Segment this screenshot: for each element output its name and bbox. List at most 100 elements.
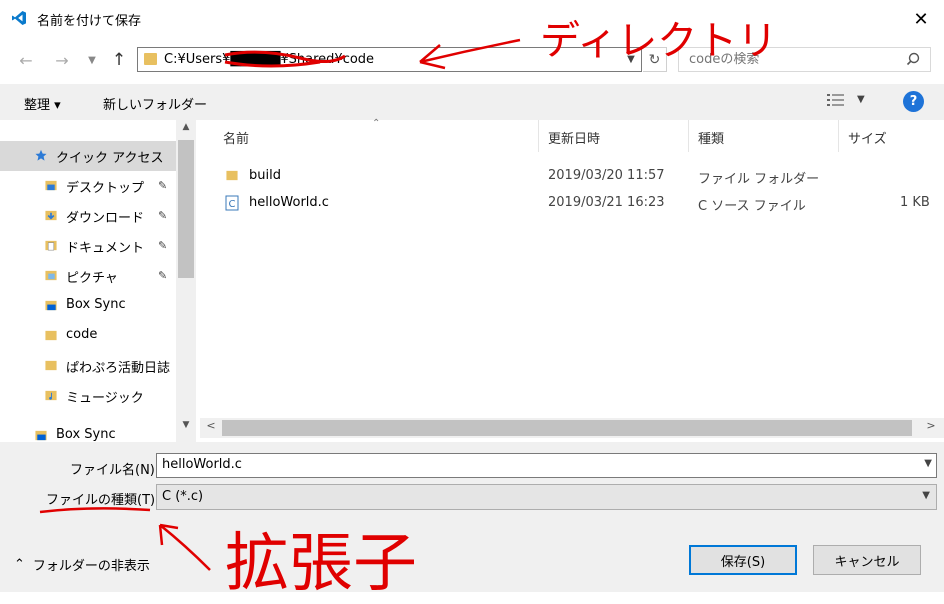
file-row-build[interactable]: build 2019/03/20 11:57 ファイル フォルダー — [216, 164, 936, 188]
search-icon — [906, 52, 920, 70]
pictures-folder-icon — [45, 270, 57, 281]
cancel-button[interactable]: キャンセル — [813, 545, 921, 575]
horizontal-scrollbar[interactable]: < > — [200, 418, 944, 438]
chevron-down-icon: ▼ — [88, 54, 96, 66]
sidebar-item-label: ぱわぷろ活動日誌 — [66, 361, 171, 376]
filename-combobox[interactable]: ▼ — [156, 453, 937, 478]
star-icon — [35, 149, 47, 161]
sidebar-item-pictures[interactable]: ピクチャ ✎ — [0, 261, 176, 291]
file-list: ⌃ 名前 更新日時 種類 サイズ build 2019/03/20 11:57 … — [196, 118, 944, 442]
scrollbar-thumb[interactable] — [178, 140, 194, 278]
column-header-name[interactable]: 名前 — [223, 128, 249, 147]
title-bar: 名前を付けて保存 ✕ — [0, 0, 944, 38]
sidebar-item-box-sync[interactable]: Box Sync — [0, 291, 176, 321]
sidebar-item-label: Box Sync — [56, 427, 116, 442]
window-title: 名前を付けて保存 — [37, 14, 142, 29]
scroll-left-icon[interactable]: < — [202, 419, 220, 437]
sidebar-item-pawapuro-diary[interactable]: ぱわぷろ活動日誌 — [0, 351, 176, 381]
chevron-down-icon[interactable]: ▼ — [924, 458, 932, 469]
sidebar-item-label: ピクチャ — [66, 271, 118, 286]
sort-ascending-icon: ⌃ — [372, 118, 381, 129]
details-view-icon — [827, 94, 844, 106]
desktop-folder-icon — [45, 180, 57, 191]
sidebar-item-label: クイック アクセス — [56, 151, 164, 166]
chevron-up-icon: ⌃ — [14, 557, 25, 572]
sidebar-item-music[interactable]: ミュージック — [0, 381, 176, 411]
filetype-label: ファイルの種類(T): — [46, 493, 160, 508]
toolbar: 整理 ▾ 新しいフォルダー ▼ ? — [0, 84, 944, 120]
annotation-extension: 拡張子 — [225, 527, 417, 601]
file-modified: 2019/03/21 16:23 — [548, 195, 665, 210]
forward-button[interactable]: → — [48, 48, 76, 72]
recent-locations-button[interactable]: ▼ — [82, 48, 102, 72]
documents-folder-icon — [45, 240, 57, 251]
column-header-modified[interactable]: 更新日時 — [548, 128, 600, 147]
chevron-down-icon[interactable]: ▼ — [922, 490, 930, 501]
organize-button[interactable]: 整理 ▾ — [24, 94, 61, 113]
column-header-size[interactable]: サイズ — [848, 128, 887, 147]
sidebar-item-label: code — [66, 327, 98, 342]
new-folder-button[interactable]: 新しいフォルダー — [103, 94, 207, 113]
sidebar-item-label: ミュージック — [66, 391, 144, 406]
file-size: 1 KB — [900, 195, 930, 210]
arrow-left-icon: ← — [19, 50, 33, 70]
back-button[interactable]: ← — [12, 48, 40, 72]
file-modified: 2019/03/20 11:57 — [548, 168, 665, 183]
file-row-helloworld[interactable]: C helloWorld.c 2019/03/21 16:23 C ソース ファ… — [216, 191, 936, 215]
column-divider[interactable] — [838, 120, 839, 152]
sidebar-item-quick-access[interactable]: クイック アクセス — [0, 141, 176, 171]
sidebar-item-desktop[interactable]: デスクトップ ✎ — [0, 171, 176, 201]
filetype-select[interactable]: C (*.c) ▼ — [156, 484, 937, 510]
box-sync-icon — [45, 300, 57, 311]
scrollbar-thumb[interactable] — [222, 420, 912, 436]
sidebar-item-downloads[interactable]: ダウンロード ✎ — [0, 201, 176, 231]
download-folder-icon — [45, 210, 57, 221]
sidebar-item-label: Box Sync — [66, 297, 126, 312]
sidebar-item-label: デスクトップ — [66, 181, 145, 196]
scroll-up-icon[interactable]: ▲ — [176, 122, 196, 140]
vscode-icon — [12, 11, 26, 25]
up-button[interactable]: ↑ — [106, 48, 132, 72]
folder-icon — [144, 53, 157, 65]
navigation-pane: クイック アクセス デスクトップ ✎ ダウンロード ✎ ドキュメント ✎ ピクチ… — [0, 120, 196, 442]
save-form: ファイル名(N): ▼ ファイルの種類(T): C (*.c) ▼ ⌃ フォルダ… — [0, 442, 944, 592]
sidebar-scrollbar[interactable]: ▲ ▼ — [176, 120, 196, 442]
help-icon: ? — [909, 94, 918, 109]
sidebar-item-label: ドキュメント — [66, 241, 145, 256]
folder-icon — [45, 360, 57, 371]
help-button[interactable]: ? — [903, 91, 924, 112]
sidebar-item-label: ダウンロード — [66, 211, 145, 226]
column-divider[interactable] — [538, 120, 539, 152]
filetype-value: C (*.c) — [162, 489, 204, 504]
view-dropdown-button[interactable]: ▼ — [857, 94, 865, 105]
svg-text:C: C — [229, 199, 236, 210]
box-sync-icon — [35, 430, 47, 441]
column-divider[interactable] — [688, 120, 689, 152]
scroll-down-icon[interactable]: ▼ — [176, 420, 196, 438]
filename-input[interactable] — [162, 457, 902, 472]
file-type: C ソース ファイル — [698, 199, 806, 214]
pin-icon[interactable]: ✎ — [158, 179, 167, 192]
folder-icon — [45, 330, 57, 341]
c-file-icon: C — [225, 195, 239, 211]
sidebar-item-code[interactable]: code — [0, 321, 176, 351]
file-type: ファイル フォルダー — [698, 172, 820, 187]
sidebar-item-documents[interactable]: ドキュメント ✎ — [0, 231, 176, 261]
music-folder-icon — [45, 390, 57, 401]
pin-icon[interactable]: ✎ — [158, 209, 167, 222]
pin-icon[interactable]: ✎ — [158, 269, 167, 282]
save-button[interactable]: 保存(S) — [689, 545, 797, 575]
pin-icon[interactable]: ✎ — [158, 239, 167, 252]
close-button[interactable]: ✕ — [898, 0, 944, 38]
view-options-button[interactable] — [826, 92, 848, 112]
annotation-directory: ディレクトリ — [540, 18, 778, 64]
arrow-up-icon: ↑ — [111, 50, 127, 70]
address-path[interactable]: C:¥Users¥█████¥Shared¥code — [164, 52, 374, 67]
close-icon: ✕ — [913, 8, 929, 30]
folder-icon — [226, 170, 238, 181]
column-header-type[interactable]: 種類 — [698, 128, 724, 147]
scroll-right-icon[interactable]: > — [922, 419, 940, 437]
sidebar-item-box-sync-2[interactable]: Box Sync — [0, 421, 176, 442]
hide-folders-toggle[interactable]: ⌃ フォルダーの非表示 — [14, 555, 150, 574]
file-name: helloWorld.c — [249, 195, 329, 210]
